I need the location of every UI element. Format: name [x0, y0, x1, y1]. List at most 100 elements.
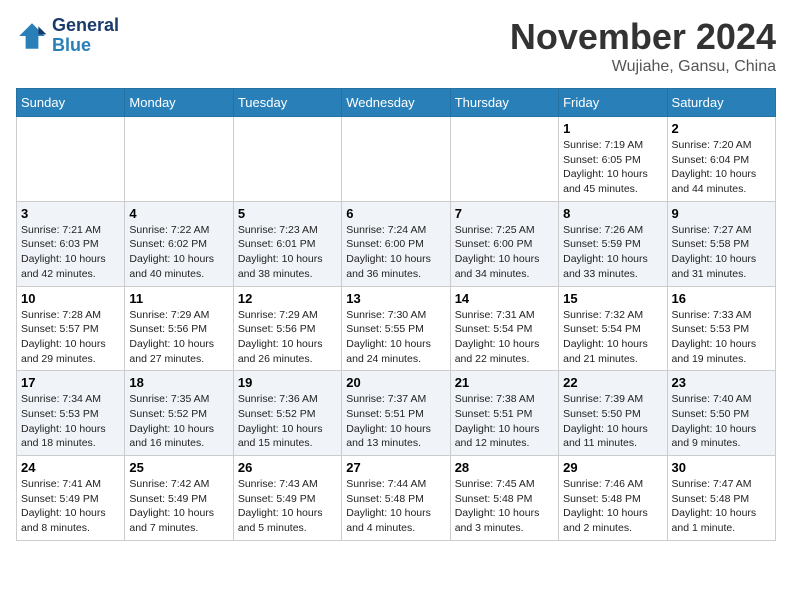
- day-number: 30: [672, 460, 771, 475]
- day-info: Sunrise: 7:27 AM Sunset: 5:58 PM Dayligh…: [672, 223, 771, 282]
- calendar-cell: 4Sunrise: 7:22 AM Sunset: 6:02 PM Daylig…: [125, 201, 233, 286]
- calendar-body: 1 Sunrise: 7:19 AM Sunset: 6:05 PM Daylig…: [17, 117, 776, 541]
- day-number: 20: [346, 375, 445, 390]
- day-number: 1: [563, 121, 662, 136]
- day-number: 8: [563, 206, 662, 221]
- calendar-cell: 16 Sunrise: 7:33 AM Sunset: 5:53 PM Dayli…: [667, 286, 775, 371]
- calendar-week-1: 1 Sunrise: 7:19 AM Sunset: 6:05 PM Daylig…: [17, 117, 776, 202]
- day-number: 29: [563, 460, 662, 475]
- day-info: Sunrise: 7:47 AM Sunset: 5:48 PM Dayligh…: [672, 477, 771, 536]
- weekday-header-wednesday: Wednesday: [342, 89, 450, 117]
- location: Wujiahe, Gansu, China: [510, 58, 776, 76]
- day-info: Sunrise: 7:38 AM Sunset: 5:51 PM Dayligh…: [455, 392, 554, 451]
- calendar-cell: 23 Sunrise: 7:40 AM Sunset: 5:50 PM Dayli…: [667, 371, 775, 456]
- calendar-cell: 1 Sunrise: 7:19 AM Sunset: 6:05 PM Daylig…: [559, 117, 667, 202]
- calendar-cell: 6 Sunrise: 7:24 AM Sunset: 6:00 PM Daylig…: [342, 201, 450, 286]
- day-info: Sunrise: 7:34 AM Sunset: 5:53 PM Dayligh…: [21, 392, 120, 451]
- calendar-cell: 26 Sunrise: 7:43 AM Sunset: 5:49 PM Dayli…: [233, 456, 341, 541]
- logo: General Blue: [16, 16, 119, 56]
- calendar-cell: 20 Sunrise: 7:37 AM Sunset: 5:51 PM Dayli…: [342, 371, 450, 456]
- weekday-header-saturday: Saturday: [667, 89, 775, 117]
- day-info: Sunrise: 7:29 AM Sunset: 5:56 PM Dayligh…: [129, 308, 228, 367]
- day-number: 7: [455, 206, 554, 221]
- day-info: Sunrise: 7:23 AM Sunset: 6:01 PM Dayligh…: [238, 223, 337, 282]
- calendar: SundayMondayTuesdayWednesdayThursdayFrid…: [16, 88, 776, 541]
- day-info: Sunrise: 7:41 AM Sunset: 5:49 PM Dayligh…: [21, 477, 120, 536]
- day-number: 13: [346, 291, 445, 306]
- calendar-cell: 15 Sunrise: 7:32 AM Sunset: 5:54 PM Dayli…: [559, 286, 667, 371]
- calendar-cell: 18 Sunrise: 7:35 AM Sunset: 5:52 PM Dayli…: [125, 371, 233, 456]
- calendar-cell: 14 Sunrise: 7:31 AM Sunset: 5:54 PM Dayli…: [450, 286, 558, 371]
- day-info: Sunrise: 7:19 AM Sunset: 6:05 PM Dayligh…: [563, 138, 662, 197]
- day-number: 9: [672, 206, 771, 221]
- day-info: Sunrise: 7:40 AM Sunset: 5:50 PM Dayligh…: [672, 392, 771, 451]
- day-number: 24: [21, 460, 120, 475]
- day-info: Sunrise: 7:25 AM Sunset: 6:00 PM Dayligh…: [455, 223, 554, 282]
- day-number: 16: [672, 291, 771, 306]
- day-info: Sunrise: 7:22 AM Sunset: 6:02 PM Dayligh…: [129, 223, 228, 282]
- day-info: Sunrise: 7:39 AM Sunset: 5:50 PM Dayligh…: [563, 392, 662, 451]
- calendar-cell: 5 Sunrise: 7:23 AM Sunset: 6:01 PM Daylig…: [233, 201, 341, 286]
- day-number: 28: [455, 460, 554, 475]
- weekday-header-tuesday: Tuesday: [233, 89, 341, 117]
- day-number: 10: [21, 291, 120, 306]
- day-info: Sunrise: 7:30 AM Sunset: 5:55 PM Dayligh…: [346, 308, 445, 367]
- calendar-cell: [342, 117, 450, 202]
- page-header: General Blue November 2024 Wujiahe, Gans…: [16, 16, 776, 76]
- day-number: 23: [672, 375, 771, 390]
- day-info: Sunrise: 7:21 AM Sunset: 6:03 PM Dayligh…: [21, 223, 120, 282]
- day-info: Sunrise: 7:28 AM Sunset: 5:57 PM Dayligh…: [21, 308, 120, 367]
- calendar-cell: 22 Sunrise: 7:39 AM Sunset: 5:50 PM Dayli…: [559, 371, 667, 456]
- day-info: Sunrise: 7:24 AM Sunset: 6:00 PM Dayligh…: [346, 223, 445, 282]
- calendar-cell: [450, 117, 558, 202]
- day-info: Sunrise: 7:33 AM Sunset: 5:53 PM Dayligh…: [672, 308, 771, 367]
- calendar-cell: 25 Sunrise: 7:42 AM Sunset: 5:49 PM Dayli…: [125, 456, 233, 541]
- day-info: Sunrise: 7:36 AM Sunset: 5:52 PM Dayligh…: [238, 392, 337, 451]
- calendar-cell: 7 Sunrise: 7:25 AM Sunset: 6:00 PM Daylig…: [450, 201, 558, 286]
- calendar-cell: [17, 117, 125, 202]
- day-number: 18: [129, 375, 228, 390]
- month-title: November 2024: [510, 16, 776, 58]
- calendar-cell: [233, 117, 341, 202]
- weekday-header-thursday: Thursday: [450, 89, 558, 117]
- day-number: 12: [238, 291, 337, 306]
- day-number: 25: [129, 460, 228, 475]
- day-info: Sunrise: 7:35 AM Sunset: 5:52 PM Dayligh…: [129, 392, 228, 451]
- calendar-week-2: 3 Sunrise: 7:21 AM Sunset: 6:03 PM Daylig…: [17, 201, 776, 286]
- day-number: 2: [672, 121, 771, 136]
- day-info: Sunrise: 7:29 AM Sunset: 5:56 PM Dayligh…: [238, 308, 337, 367]
- weekday-header-monday: Monday: [125, 89, 233, 117]
- calendar-cell: 17Sunrise: 7:34 AM Sunset: 5:53 PM Dayli…: [17, 371, 125, 456]
- day-info: Sunrise: 7:46 AM Sunset: 5:48 PM Dayligh…: [563, 477, 662, 536]
- day-info: Sunrise: 7:31 AM Sunset: 5:54 PM Dayligh…: [455, 308, 554, 367]
- day-info: Sunrise: 7:32 AM Sunset: 5:54 PM Dayligh…: [563, 308, 662, 367]
- day-info: Sunrise: 7:42 AM Sunset: 5:49 PM Dayligh…: [129, 477, 228, 536]
- day-number: 14: [455, 291, 554, 306]
- day-number: 5: [238, 206, 337, 221]
- day-number: 11: [129, 291, 228, 306]
- day-info: Sunrise: 7:20 AM Sunset: 6:04 PM Dayligh…: [672, 138, 771, 197]
- logo-icon: [16, 20, 48, 52]
- day-number: 21: [455, 375, 554, 390]
- calendar-cell: 11 Sunrise: 7:29 AM Sunset: 5:56 PM Dayli…: [125, 286, 233, 371]
- calendar-cell: 30 Sunrise: 7:47 AM Sunset: 5:48 PM Dayli…: [667, 456, 775, 541]
- weekday-header-sunday: Sunday: [17, 89, 125, 117]
- day-number: 6: [346, 206, 445, 221]
- calendar-cell: 21 Sunrise: 7:38 AM Sunset: 5:51 PM Dayli…: [450, 371, 558, 456]
- calendar-cell: 13 Sunrise: 7:30 AM Sunset: 5:55 PM Dayli…: [342, 286, 450, 371]
- logo-text: General Blue: [52, 16, 119, 56]
- day-number: 22: [563, 375, 662, 390]
- title-block: November 2024 Wujiahe, Gansu, China: [510, 16, 776, 76]
- day-info: Sunrise: 7:45 AM Sunset: 5:48 PM Dayligh…: [455, 477, 554, 536]
- day-info: Sunrise: 7:44 AM Sunset: 5:48 PM Dayligh…: [346, 477, 445, 536]
- day-number: 15: [563, 291, 662, 306]
- day-info: Sunrise: 7:43 AM Sunset: 5:49 PM Dayligh…: [238, 477, 337, 536]
- day-number: 3: [21, 206, 120, 221]
- weekday-header-friday: Friday: [559, 89, 667, 117]
- day-number: 26: [238, 460, 337, 475]
- calendar-week-5: 24 Sunrise: 7:41 AM Sunset: 5:49 PM Dayli…: [17, 456, 776, 541]
- calendar-cell: 8Sunrise: 7:26 AM Sunset: 5:59 PM Daylig…: [559, 201, 667, 286]
- calendar-cell: 29 Sunrise: 7:46 AM Sunset: 5:48 PM Dayli…: [559, 456, 667, 541]
- day-info: Sunrise: 7:37 AM Sunset: 5:51 PM Dayligh…: [346, 392, 445, 451]
- day-number: 27: [346, 460, 445, 475]
